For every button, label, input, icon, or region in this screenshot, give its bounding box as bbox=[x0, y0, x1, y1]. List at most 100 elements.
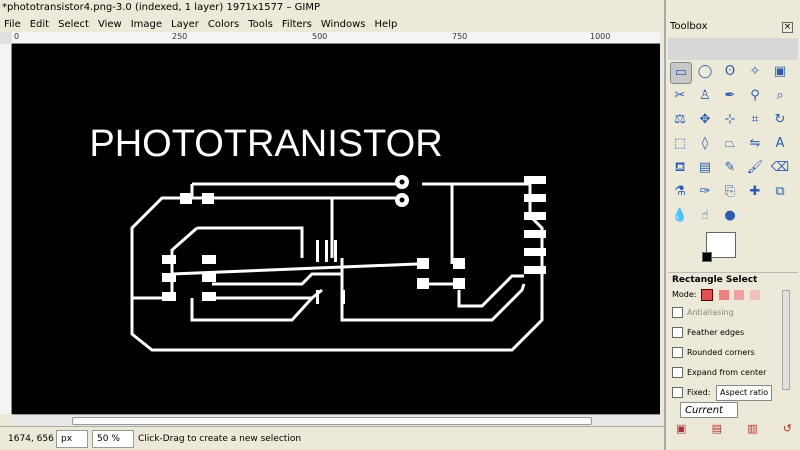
image-title-text: PHOTOTRANISTOR bbox=[89, 123, 442, 165]
scissors-icon[interactable]: ✂ bbox=[670, 86, 690, 106]
tool-grid: ▭ ◯ ʘ ✧ ▣ ✂ ♙ ✒ ⚲ ⌕ ⚖ ✥ ⊹ ⌗ ↻ ⬚ ◊ ⏢ ⇋ A ⛾ ▤ ✎ 🖌 ⌫ ⚗ ✑ ⎘ ✚ ⧉ 💧 ☝ ● bbox=[670, 62, 796, 230]
menu-help[interactable]: Help bbox=[375, 19, 398, 30]
antialiasing-label: Antialiasing bbox=[687, 308, 734, 317]
feather-checkbox[interactable] bbox=[672, 327, 683, 338]
menu-select[interactable]: Select bbox=[58, 19, 89, 30]
color-picker-icon[interactable]: ⚲ bbox=[745, 86, 765, 106]
wilber-drop-area[interactable] bbox=[668, 38, 798, 60]
current-field[interactable]: Current bbox=[680, 402, 738, 418]
ink-icon[interactable]: ✑ bbox=[695, 182, 715, 202]
menu-filters[interactable]: Filters bbox=[282, 19, 312, 30]
flip-icon[interactable]: ⇋ bbox=[745, 134, 765, 154]
restore-icon[interactable]: ▤ bbox=[712, 422, 722, 436]
rect-select-icon[interactable]: ▭ bbox=[670, 62, 692, 84]
rotate-icon[interactable]: ↻ bbox=[770, 110, 790, 130]
horizontal-ruler[interactable]: 0 250 500 750 1000 bbox=[12, 32, 660, 44]
color-area[interactable] bbox=[702, 232, 746, 266]
menu-layer[interactable]: Layer bbox=[171, 19, 199, 30]
fixed-label: Fixed: bbox=[687, 388, 711, 397]
toolbox-window: Toolbox × ▭ ◯ ʘ ✧ ▣ ✂ ♙ ✒ ⚲ ⌕ ⚖ ✥ ⊹ ⌗ ↻ ⬚ ◊ ⏢ ⇋ A ⛾ ▤ ✎ 🖌 ⌫ ⚗ ✑ ⎘ ✚ ⧉… bbox=[664, 0, 800, 450]
rounded-option[interactable]: Rounded corners bbox=[672, 346, 782, 360]
unit-select[interactable]: px bbox=[56, 429, 88, 448]
close-icon[interactable]: × bbox=[782, 22, 793, 33]
smudge-icon[interactable]: ☝ bbox=[695, 206, 715, 226]
expand-checkbox[interactable] bbox=[672, 367, 683, 378]
menu-colors[interactable]: Colors bbox=[208, 19, 239, 30]
airbrush-icon[interactable]: ⚗ bbox=[670, 182, 690, 202]
zoom-select[interactable]: 50 % bbox=[92, 429, 134, 448]
background-color[interactable] bbox=[702, 252, 712, 262]
horizontal-scrollbar[interactable] bbox=[12, 414, 660, 426]
expand-label: Expand from center bbox=[687, 368, 767, 377]
rounded-checkbox[interactable] bbox=[672, 347, 683, 358]
options-bottom-icons: ▣ ▤ ▥ ↺ bbox=[676, 422, 792, 436]
text-icon[interactable]: A bbox=[770, 134, 790, 154]
heal-icon[interactable]: ✚ bbox=[745, 182, 765, 202]
perspective-clone-icon[interactable]: ⧉ bbox=[770, 182, 790, 202]
image-canvas[interactable]: PHOTOTRANISTOR bbox=[12, 44, 660, 414]
antialiasing-checkbox[interactable] bbox=[672, 307, 683, 318]
foreground-select-icon[interactable]: ♙ bbox=[695, 86, 715, 106]
status-message: Click-Drag to create a new selection bbox=[138, 433, 302, 444]
zoom-icon[interactable]: ⌕ bbox=[770, 86, 790, 106]
status-bar: 1674, 656 px 50 % Click-Drag to create a… bbox=[0, 426, 664, 450]
clone-icon[interactable]: ⎘ bbox=[720, 182, 740, 202]
paintbrush-icon[interactable]: 🖌 bbox=[745, 158, 765, 178]
mounting-holes bbox=[395, 175, 409, 207]
mode-add-icon[interactable] bbox=[718, 289, 729, 300]
fuzzy-select-icon[interactable]: ✧ bbox=[745, 62, 765, 82]
menu-view[interactable]: View bbox=[98, 19, 122, 30]
scale-icon[interactable]: ⬚ bbox=[670, 134, 690, 154]
blend-icon[interactable]: ▤ bbox=[695, 158, 715, 178]
color-select-icon[interactable]: ▣ bbox=[770, 62, 790, 82]
window-title: *phototransistor4.png-3.0 (indexed, 1 la… bbox=[0, 0, 664, 16]
menu-image[interactable]: Image bbox=[131, 19, 162, 30]
ellipse-select-icon[interactable]: ◯ bbox=[695, 62, 715, 82]
menu-edit[interactable]: Edit bbox=[30, 19, 49, 30]
dodge-burn-icon[interactable]: ● bbox=[720, 206, 740, 226]
eraser-icon[interactable]: ⌫ bbox=[770, 158, 790, 178]
fixed-checkbox[interactable] bbox=[672, 387, 683, 398]
feather-label: Feather edges bbox=[687, 328, 745, 337]
vertical-ruler[interactable] bbox=[0, 44, 12, 414]
move-icon[interactable]: ✥ bbox=[695, 110, 715, 130]
menu-windows[interactable]: Windows bbox=[321, 19, 366, 30]
fixed-select[interactable]: Aspect ratio bbox=[715, 385, 773, 401]
measure-icon[interactable]: ⚖ bbox=[670, 110, 690, 130]
circuit-traces bbox=[130, 182, 544, 352]
menu-tools[interactable]: Tools bbox=[248, 19, 273, 30]
ruler-corner[interactable] bbox=[0, 32, 12, 44]
paths-icon[interactable]: ✒ bbox=[720, 86, 740, 106]
blur-icon[interactable]: 💧 bbox=[670, 206, 690, 226]
ruler-label: 750 bbox=[452, 32, 468, 41]
feather-option[interactable]: Feather edges bbox=[672, 326, 782, 340]
fixed-option[interactable]: Fixed: Aspect ratio bbox=[672, 385, 782, 401]
menu-file[interactable]: File bbox=[4, 19, 21, 30]
antialiasing-option[interactable]: Antialiasing bbox=[672, 306, 782, 320]
bucket-fill-icon[interactable]: ⛾ bbox=[670, 158, 690, 178]
ruler-label: 250 bbox=[172, 32, 188, 41]
ruler-label: 0 bbox=[14, 32, 20, 41]
expand-option[interactable]: Expand from center bbox=[672, 366, 782, 380]
free-select-icon[interactable]: ʘ bbox=[720, 62, 740, 82]
save-icon[interactable]: ▣ bbox=[676, 422, 686, 436]
pointer-coordinates: 1674, 656 bbox=[8, 433, 54, 444]
mode-subtract-icon[interactable] bbox=[734, 289, 745, 300]
delete-icon[interactable]: ▥ bbox=[747, 422, 757, 436]
reset-icon[interactable]: ↺ bbox=[783, 422, 792, 436]
crop-icon[interactable]: ⌗ bbox=[745, 110, 765, 130]
mode-intersect-icon[interactable] bbox=[749, 289, 760, 300]
ruler-label: 1000 bbox=[590, 32, 611, 41]
shear-icon[interactable]: ◊ bbox=[695, 134, 715, 154]
perspective-icon[interactable]: ⏢ bbox=[720, 134, 740, 154]
gimp-image-window: *phototransistor4.png-3.0 (indexed, 1 la… bbox=[0, 0, 664, 450]
circuit-image: PHOTOTRANISTOR bbox=[89, 123, 546, 352]
mode-replace-icon[interactable] bbox=[701, 288, 714, 301]
rounded-label: Rounded corners bbox=[687, 348, 755, 357]
pencil-icon[interactable]: ✎ bbox=[720, 158, 740, 178]
ruler-label: 500 bbox=[312, 32, 328, 41]
menu-bar: File Edit Select View Image Layer Colors… bbox=[0, 16, 664, 32]
align-icon[interactable]: ⊹ bbox=[720, 110, 740, 130]
options-scrollbar[interactable] bbox=[782, 290, 790, 390]
scrollbar-thumb[interactable] bbox=[72, 417, 592, 425]
